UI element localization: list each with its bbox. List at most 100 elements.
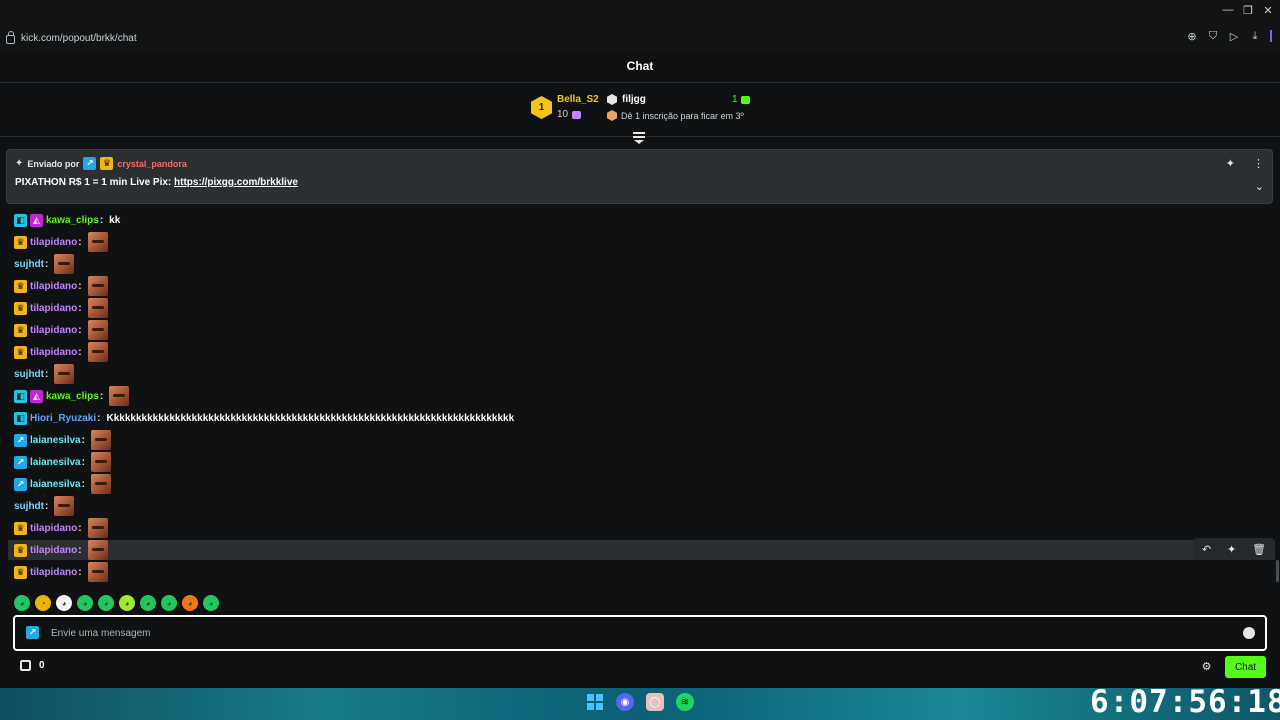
gift-leaderboard: 1 Bella_S2 10 filjgg Dê 1 inscrição para… bbox=[0, 84, 1280, 137]
chat-message[interactable]: ↗ laianesilva: bbox=[14, 474, 111, 494]
chat-message[interactable]: ◧ ◭ kawa_clips: kk bbox=[14, 210, 120, 230]
pin-icon[interactable]: ✦ bbox=[1227, 543, 1236, 556]
chat-message[interactable]: ♛ tilapidano: bbox=[8, 540, 1275, 560]
minimize-icon[interactable]: — bbox=[1222, 4, 1234, 16]
emote-icon[interactable]: ◕ bbox=[56, 595, 72, 611]
emote-icon[interactable]: ◕ bbox=[98, 595, 114, 611]
chat-message[interactable]: ♛ tilapidano: bbox=[14, 562, 108, 582]
points-display[interactable]: 0 bbox=[20, 660, 45, 671]
emote-icon[interactable]: ◕ bbox=[14, 595, 30, 611]
message-username[interactable]: sujhdt bbox=[14, 501, 44, 512]
message-username[interactable]: tilapidano bbox=[30, 325, 77, 336]
send-icon[interactable]: ▷ bbox=[1228, 30, 1240, 43]
emote-icon[interactable]: ◕ bbox=[77, 595, 93, 611]
message-text: Kkkkkkkkkkkkkkkkkkkkkkkkkkkkkkkkkkkkkkkk… bbox=[106, 412, 515, 424]
emote-icon[interactable]: ◕ bbox=[182, 595, 198, 611]
crown-badge-icon: ♛ bbox=[14, 543, 27, 557]
emote-image bbox=[54, 496, 75, 516]
pinned-text: PIXATHON R$ 1 = 1 min Live Pix: bbox=[15, 177, 172, 188]
message-separator: : bbox=[78, 522, 82, 534]
pinned-user[interactable]: crystal_pandora bbox=[117, 159, 187, 169]
chat-message[interactable]: ♛ tilapidano: bbox=[14, 298, 108, 318]
emote-icon[interactable]: ◕ bbox=[119, 595, 135, 611]
message-username[interactable]: laianesilva bbox=[30, 457, 81, 468]
message-text: kk bbox=[109, 214, 121, 226]
emote-image bbox=[90, 452, 111, 472]
message-separator: : bbox=[81, 478, 85, 490]
message-username[interactable]: sujhdt bbox=[14, 369, 44, 380]
zoom-icon[interactable]: ⊕ bbox=[1186, 30, 1198, 43]
browser-bar: — ❐ ✕ kick.com/popout/brkk/chat ⊕ ⛉ ▷ ⤓ bbox=[0, 0, 1280, 52]
chat-message[interactable]: ↗ laianesilva: bbox=[14, 452, 111, 472]
emote-image bbox=[54, 254, 75, 274]
chat-message[interactable]: sujhdt: bbox=[14, 496, 75, 516]
address-bar[interactable]: kick.com/popout/brkk/chat bbox=[6, 30, 137, 46]
chat-message[interactable]: ◧ ◭ kawa_clips: bbox=[14, 386, 130, 406]
message-separator: : bbox=[78, 280, 82, 292]
message-username[interactable]: tilapidano bbox=[30, 545, 77, 556]
emote-icon[interactable]: ◕ bbox=[140, 595, 156, 611]
message-username[interactable]: tilapidano bbox=[30, 523, 77, 534]
emote-icon[interactable]: ◔ bbox=[35, 595, 51, 611]
message-username[interactable]: laianesilva bbox=[30, 435, 81, 446]
message-username[interactable]: kawa_clips bbox=[46, 215, 99, 226]
message-username[interactable]: Hiori_Ryuzaki bbox=[30, 413, 96, 424]
emote-icon[interactable]: ◕ bbox=[203, 595, 219, 611]
chat-message[interactable]: ♛ tilapidano: bbox=[14, 232, 108, 252]
unpin-icon[interactable]: ✦ bbox=[1226, 157, 1235, 170]
emote-icon[interactable]: ◕ bbox=[161, 595, 177, 611]
chat-message[interactable]: sujhdt: bbox=[14, 254, 75, 274]
leader-hint: Dê 1 inscrição para ficar em 3º bbox=[607, 110, 744, 121]
spotify-icon[interactable]: ≋ bbox=[676, 693, 694, 711]
chat-message[interactable]: ♛ tilapidano: bbox=[14, 276, 108, 296]
message-input[interactable] bbox=[51, 623, 1231, 643]
message-username[interactable]: tilapidano bbox=[30, 567, 77, 578]
chat-message[interactable]: ♛ tilapidano: bbox=[14, 518, 108, 538]
message-username[interactable]: laianesilva bbox=[30, 479, 81, 490]
restore-icon[interactable]: ❐ bbox=[1242, 4, 1254, 17]
message-username[interactable]: tilapidano bbox=[30, 237, 77, 248]
chat-message[interactable]: ♛ tilapidano: bbox=[14, 320, 108, 340]
crown-badge-icon: ♛ bbox=[14, 323, 27, 337]
opera-icon[interactable]: ◯ bbox=[646, 693, 664, 711]
more-vertical-icon[interactable]: ⋮ bbox=[1253, 157, 1264, 170]
gift-icon bbox=[572, 110, 582, 119]
windows-start-icon[interactable] bbox=[586, 693, 604, 711]
message-username[interactable]: tilapidano bbox=[30, 347, 77, 358]
close-icon[interactable]: ✕ bbox=[1262, 4, 1274, 17]
message-username[interactable]: tilapidano bbox=[30, 303, 77, 314]
send-chat-button[interactable]: Chat bbox=[1225, 656, 1266, 678]
chat-scrollbar[interactable] bbox=[1276, 560, 1279, 582]
chevron-down-icon[interactable]: ⌄ bbox=[1255, 180, 1264, 193]
collapse-leaderboard-icon[interactable] bbox=[633, 132, 647, 144]
pinned-body: PIXATHON R$ 1 = 1 min Live Pix: https://… bbox=[15, 177, 298, 188]
browser-tools: ⊕ ⛉ ▷ ⤓ bbox=[1186, 30, 1272, 43]
emote-image bbox=[87, 342, 108, 362]
message-input-box: ↗ bbox=[13, 615, 1267, 651]
gear-icon[interactable]: ⚙ bbox=[1201, 661, 1212, 673]
og-badge-icon: ◭ bbox=[30, 389, 43, 403]
message-username[interactable]: kawa_clips bbox=[46, 391, 99, 402]
leader-second[interactable]: filjgg bbox=[607, 94, 646, 105]
emoji-icon[interactable] bbox=[1243, 627, 1255, 639]
message-list: ◧ ◭ kawa_clips: kk ♛ tilapidano: sujhdt: ♛ tilap… bbox=[0, 210, 1280, 588]
stream-timer: 6:07:56:18 bbox=[1090, 684, 1280, 720]
message-username[interactable]: sujhdt bbox=[14, 259, 44, 270]
message-separator: : bbox=[78, 302, 82, 314]
shield-icon[interactable]: ⛉ bbox=[1207, 30, 1219, 42]
pinned-link[interactable]: https://pixgg.com/brkklive bbox=[174, 177, 298, 188]
trash-icon[interactable]: 🗑 bbox=[1252, 543, 1266, 556]
chat-message[interactable]: sujhdt: bbox=[14, 364, 75, 384]
leader-first-name[interactable]: Bella_S2 bbox=[557, 94, 599, 105]
chat-message[interactable]: ↗ laianesilva: bbox=[14, 430, 111, 450]
download-icon[interactable]: ⤓ bbox=[1249, 30, 1261, 42]
emote-image bbox=[87, 298, 108, 318]
leader-first-count: 10 bbox=[557, 109, 582, 120]
discord-icon[interactable]: ◉ bbox=[616, 693, 634, 711]
message-username[interactable]: tilapidano bbox=[30, 281, 77, 292]
chat-message[interactable]: ♛ tilapidano: bbox=[14, 342, 108, 362]
undo-icon[interactable]: ↶ bbox=[1202, 543, 1211, 556]
message-separator: : bbox=[99, 390, 104, 402]
chat-message[interactable]: ◧ Hiori_Ryuzaki: Kkkkkkkkkkkkkkkkkkkkkkkkk… bbox=[14, 408, 514, 428]
emote-image bbox=[54, 364, 75, 384]
